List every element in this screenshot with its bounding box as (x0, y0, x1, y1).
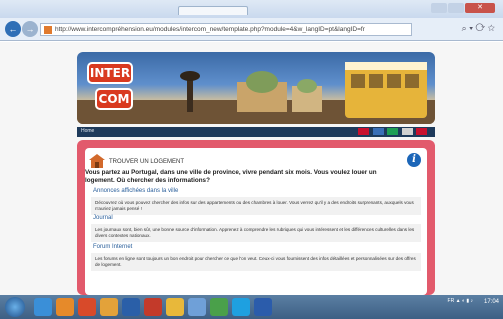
network-icon[interactable] (210, 298, 228, 316)
pdf-icon[interactable] (144, 298, 162, 316)
intercom-logo[interactable]: INTER COM (87, 62, 133, 117)
browser-titlebar: ✕ (0, 0, 503, 18)
language-flags (356, 128, 427, 136)
house-icon (89, 154, 105, 168)
forward-arrow-icon: → (25, 24, 35, 34)
folder-icon[interactable] (166, 298, 184, 316)
close-button[interactable]: ✕ (465, 3, 495, 13)
minimize-button[interactable] (431, 3, 447, 13)
site-nav-strip: Home (77, 127, 435, 137)
back-arrow-icon: ← (8, 24, 18, 34)
browser-icon[interactable] (188, 298, 206, 316)
clock[interactable]: 17:04 (484, 299, 499, 305)
skype-icon[interactable] (232, 298, 250, 316)
app-icon[interactable] (78, 298, 96, 316)
browser-tools[interactable]: ⌕ ▾ ⟳ ☆ (462, 23, 495, 34)
firefox-icon[interactable] (56, 298, 74, 316)
section-title-journal[interactable]: Journal (93, 215, 113, 221)
address-bar[interactable]: http://www.intercompréhension.eu/modules… (40, 23, 412, 36)
language-flag-5[interactable] (416, 128, 427, 135)
user-icon[interactable] (122, 298, 140, 316)
content-area: TROUVER UN LOGEMENT i Vous partez au Por… (85, 148, 427, 295)
address-url: http://www.intercompréhension.eu/modules… (55, 26, 365, 33)
section-text-annonces: Découvrez où vous pouvez chercher des in… (91, 197, 421, 215)
back-button[interactable]: ← (5, 21, 21, 37)
logo-com-text: COM (95, 88, 133, 110)
windows-taskbar: FR ▲ ◐ ▮ ♪ 17:04 (0, 295, 503, 319)
language-flag-4[interactable] (401, 128, 413, 135)
browser-navbar: ← → http://www.intercompréhension.eu/mod… (0, 18, 503, 41)
word-icon[interactable] (254, 298, 272, 316)
section-text-forum: Les forums en ligne sont toujours un bon… (91, 253, 421, 271)
maximize-button[interactable] (448, 3, 464, 13)
info-icon[interactable]: i (407, 153, 421, 167)
intro-text: Vous partez au Portugal, dans une ville … (85, 169, 377, 184)
media-icon[interactable] (100, 298, 118, 316)
language-flag-3[interactable] (387, 128, 399, 135)
system-tray[interactable]: FR ▲ ◐ ▮ ♪ (448, 298, 473, 316)
start-button[interactable] (5, 297, 25, 317)
browser-tab[interactable] (178, 6, 248, 15)
site-banner: INTER COM (77, 52, 435, 124)
page-title: TROUVER UN LOGEMENT (109, 159, 185, 165)
section-title-annonces[interactable]: Annonces affichées dans la ville (93, 188, 178, 194)
logo-inter-text: INTER (87, 62, 133, 84)
close-icon: ✕ (477, 4, 483, 11)
forward-button[interactable]: → (22, 21, 38, 37)
home-link[interactable]: Home (81, 128, 94, 134)
language-flag-1[interactable] (358, 128, 370, 135)
section-text-journal: Les journaux sont, bien sûr, une bonne s… (91, 224, 421, 242)
site-favicon-icon (44, 26, 52, 34)
section-title-forum[interactable]: Forum Internet (93, 244, 132, 250)
ie-icon[interactable] (34, 298, 52, 316)
language-flag-2[interactable] (372, 128, 384, 135)
